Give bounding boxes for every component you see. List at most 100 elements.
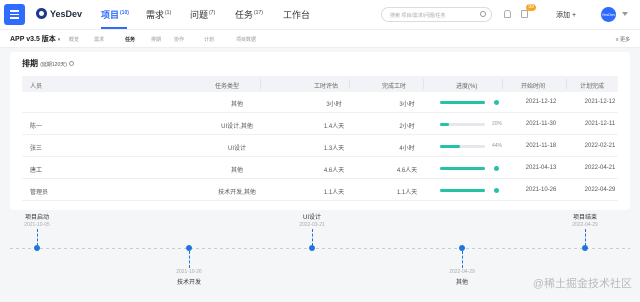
cell-start: 2021-11-18 [525,143,557,149]
schedule-card: 排期 (延期120天) 人员 任务类型 工时评估 完成工时 进度(%) 开始时间… [10,52,630,210]
cell-person: 张三 [30,146,43,152]
milestone-label: 项目启动 [24,215,50,221]
progress-complete-dot [494,188,499,193]
avatar[interactable]: YesDev [601,7,616,22]
search-input[interactable]: 搜索 项目/需求/问题/任务 [381,7,492,22]
tab-requirements[interactable]: 需求 [94,36,104,43]
milestone-label: 项目结束 [572,215,598,221]
tab-project-data[interactable]: 项目数据 [236,36,256,43]
milestone-connector [462,251,463,268]
chevron-down-icon[interactable] [622,12,628,16]
cell-done: 4.6人天 [396,168,418,174]
progress-bar [440,101,485,104]
cell-start: 2021-12-12 [525,99,557,105]
progress-bar [440,123,485,126]
table-row[interactable]: 其他 3小时 3小时 2021-12-12 2021-12-12 [22,92,618,113]
milestone-date: 2021-10-05 [24,222,50,228]
col-person: 人员 [30,84,43,90]
cell-estimate: 3小时 [326,102,342,108]
table-header: 人员 任务类型 工时评估 完成工时 进度(%) 开始时间 计划完成 [22,76,618,92]
table-row[interactable]: 张三 UI设计 1.3人天 4小时 2021-11-18 2022-02-21 44% [22,136,618,157]
milestone-dot[interactable] [582,245,588,251]
milestone-connector [312,229,313,246]
cell-done: 1.1人天 [396,190,418,196]
tab-plan[interactable]: 计划 [204,36,214,43]
milestone-label: 其他 [455,280,469,286]
cell-end: 2022-04-21 [584,165,616,171]
search-icon[interactable] [480,11,486,17]
progress-complete-dot [494,166,499,171]
table-row[interactable]: 陈一 UI设计,其他 1.4人天 2小时 2021-11-30 2021-12-11 20% [22,114,618,135]
col-start: 开始时间 [521,84,546,90]
add-button[interactable]: 添加 + [556,10,576,20]
milestone-date: 2022-04-29 [449,269,475,275]
col-estimate: 工时评估 [314,84,339,90]
milestone-connector [37,229,38,246]
version-selector[interactable]: APP v3.5 版本 ▾ [10,34,60,44]
cell-end: 2022-04-29 [584,187,616,193]
cell-person: 陈一 [30,124,43,130]
cell-type: UI设计,其他 [221,124,253,130]
table-row[interactable]: 管理员 技术开发,其他 1.1人天 1.1人天 2021-10-26 2022-04-29 [22,180,618,201]
progress-complete-dot [494,100,499,105]
milestone-date: 2021-10-26 [176,269,202,275]
cell-end: 2021-12-12 [584,99,616,105]
more-button[interactable]: ≡ 更多 [616,36,630,43]
cell-done: 3小时 [399,102,415,108]
sub-bar: APP v3.5 版本 ▾ 概览 需求 任务 排期 协作 计划 项目数据 ≡ 更多 [0,30,640,48]
table-row[interactable]: 唐工 其他 4.6人天 4.6人天 2021-04-13 2022-04-21 [22,158,618,179]
nav-active-indicator [101,27,127,29]
nav-issues[interactable]: 问题(7) [190,8,215,21]
tab-overview[interactable]: 概览 [69,36,79,43]
progress-text: 44% [492,143,503,149]
nav-requirements[interactable]: 需求(1) [146,8,171,21]
cell-end: 2022-02-21 [584,143,616,149]
cell-type: 其他 [230,102,244,108]
cell-done: 2小时 [399,124,415,130]
cell-estimate: 1.1人天 [323,190,345,196]
nav-workbench[interactable]: 工作台 [283,8,310,21]
col-type: 任务类型 [215,84,240,90]
card-title: 排期 (延期120天) [22,58,74,69]
milestone-dot[interactable] [309,245,315,251]
cell-estimate: 1.4人天 [323,124,345,130]
tab-tasks[interactable]: 任务 [125,36,135,43]
tab-collaboration[interactable]: 协作 [174,36,184,43]
logo-icon [36,8,47,19]
info-icon[interactable] [68,61,74,67]
milestone-connector [585,229,586,246]
progress-bar [440,189,485,192]
progress-text: 20% [492,121,503,127]
notification-badge: 99 [526,4,536,11]
tab-schedule[interactable]: 排期 [151,36,161,43]
cell-person: 唐工 [30,168,43,174]
milestone-label: UI设计 [302,215,322,221]
cell-start: 2021-04-13 [525,165,557,171]
cell-start: 2021-10-26 [525,187,557,193]
milestone-label: 技术开发 [176,280,202,286]
cell-start: 2021-11-30 [525,121,557,127]
milestone-date: 2022-04-29 [572,222,598,228]
cell-end: 2021-12-11 [584,121,616,127]
cell-estimate: 1.3人天 [323,146,345,152]
nav-projects[interactable]: 项目(10) [101,8,129,21]
cell-type: UI设计 [227,146,247,152]
cell-type: 其他 [230,168,244,174]
cell-estimate: 4.6人天 [323,168,345,174]
bell-icon[interactable] [504,10,511,18]
cell-person: 管理员 [30,190,49,196]
col-end: 计划完成 [580,84,605,90]
col-done: 完成工时 [382,84,407,90]
watermark: @稀土掘金技术社区 [532,278,632,290]
calendar-icon[interactable] [521,10,528,18]
menu-icon[interactable] [4,4,25,25]
nav-tasks[interactable]: 任务(17) [235,8,263,21]
cell-done: 4小时 [399,146,415,152]
top-bar: YesDev 项目(10) 需求(1) 问题(7) 任务(17) 工作台 搜索 … [0,0,640,30]
col-progress: 进度(%) [456,84,478,90]
milestone-dot[interactable] [34,245,40,251]
milestone-date: 2022-03-21 [299,222,325,228]
logo[interactable]: YesDev [36,8,82,19]
milestone-connector [189,251,190,268]
progress-bar [440,145,485,148]
